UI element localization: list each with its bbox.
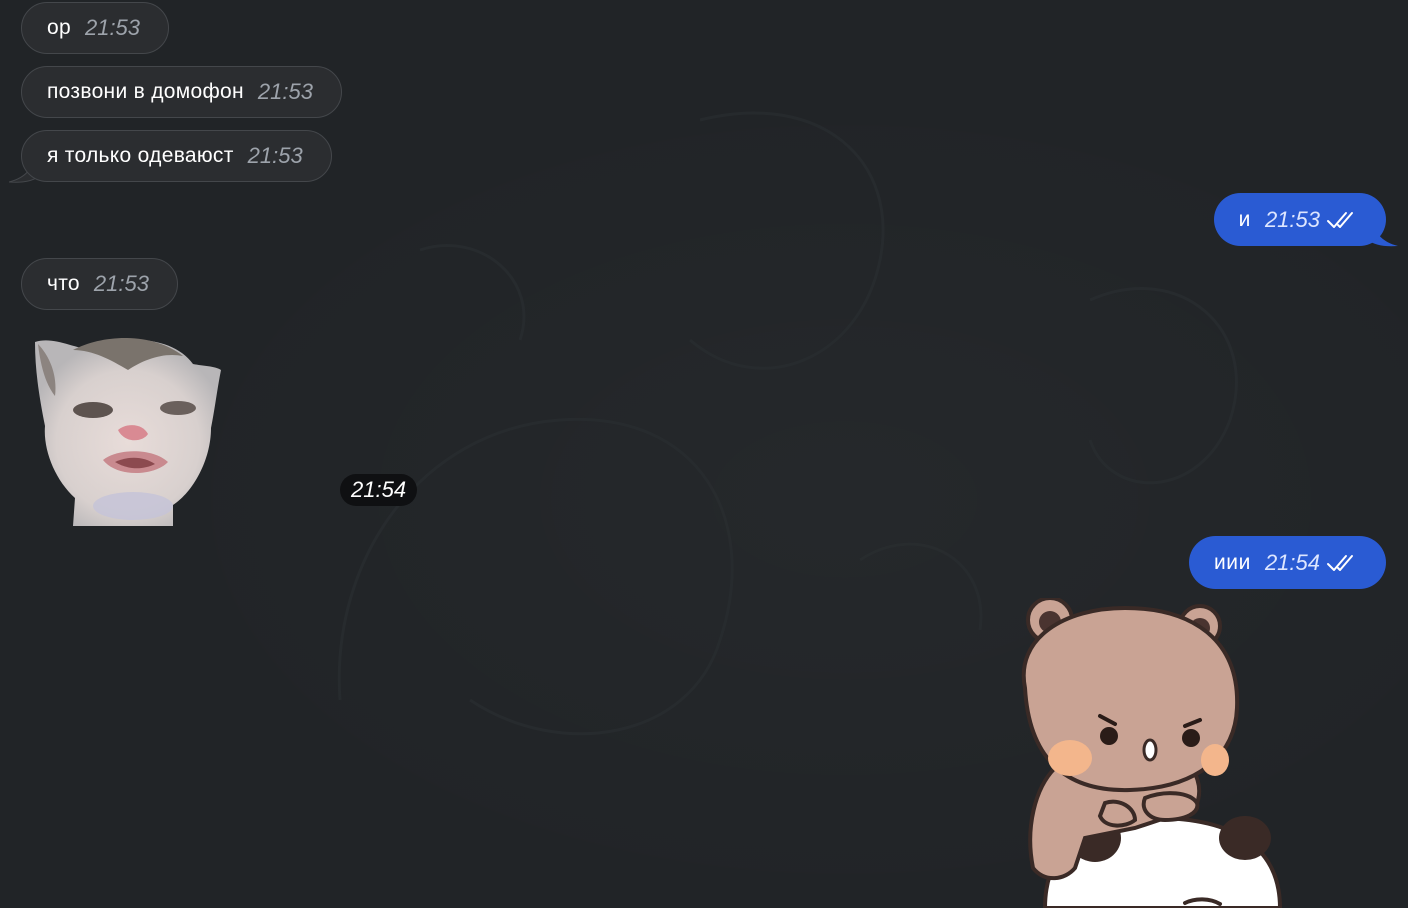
double-check-icon <box>1327 211 1353 228</box>
incoming-message[interactable]: я только одеваюст 21:53 <box>21 130 332 182</box>
message-time: 21:53 <box>257 79 313 104</box>
message-text: иии <box>1213 550 1251 574</box>
message-text: и <box>1238 207 1251 231</box>
message-text: позвони в домофон <box>47 80 244 103</box>
message-time: 21:54 <box>340 474 418 506</box>
bear-on-panda-sticker[interactable] <box>1005 598 1285 908</box>
message-time: 21:53 <box>1264 206 1320 232</box>
incoming-message[interactable]: ор 21:53 <box>21 2 170 54</box>
message-time: 21:54 <box>1264 549 1320 575</box>
double-check-icon <box>1327 554 1353 571</box>
message-text: я только одеваюст <box>47 144 234 167</box>
message-time: 21:53 <box>93 271 149 296</box>
chat-message-area[interactable]: ор 21:53 позвони в домофон 21:53 я тольк… <box>0 0 1408 908</box>
cat-face-sticker[interactable] <box>33 330 223 528</box>
message-text: что <box>47 272 80 295</box>
outgoing-message[interactable]: и 21:53 <box>1213 193 1386 246</box>
outgoing-message[interactable]: иии 21:54 <box>1188 536 1386 589</box>
message-text: ор <box>47 16 71 39</box>
message-time: 21:53 <box>84 15 141 40</box>
incoming-message[interactable]: что 21:53 <box>21 258 178 310</box>
incoming-message[interactable]: позвони в домофон 21:53 <box>21 66 342 118</box>
message-time: 21:53 <box>247 143 303 168</box>
